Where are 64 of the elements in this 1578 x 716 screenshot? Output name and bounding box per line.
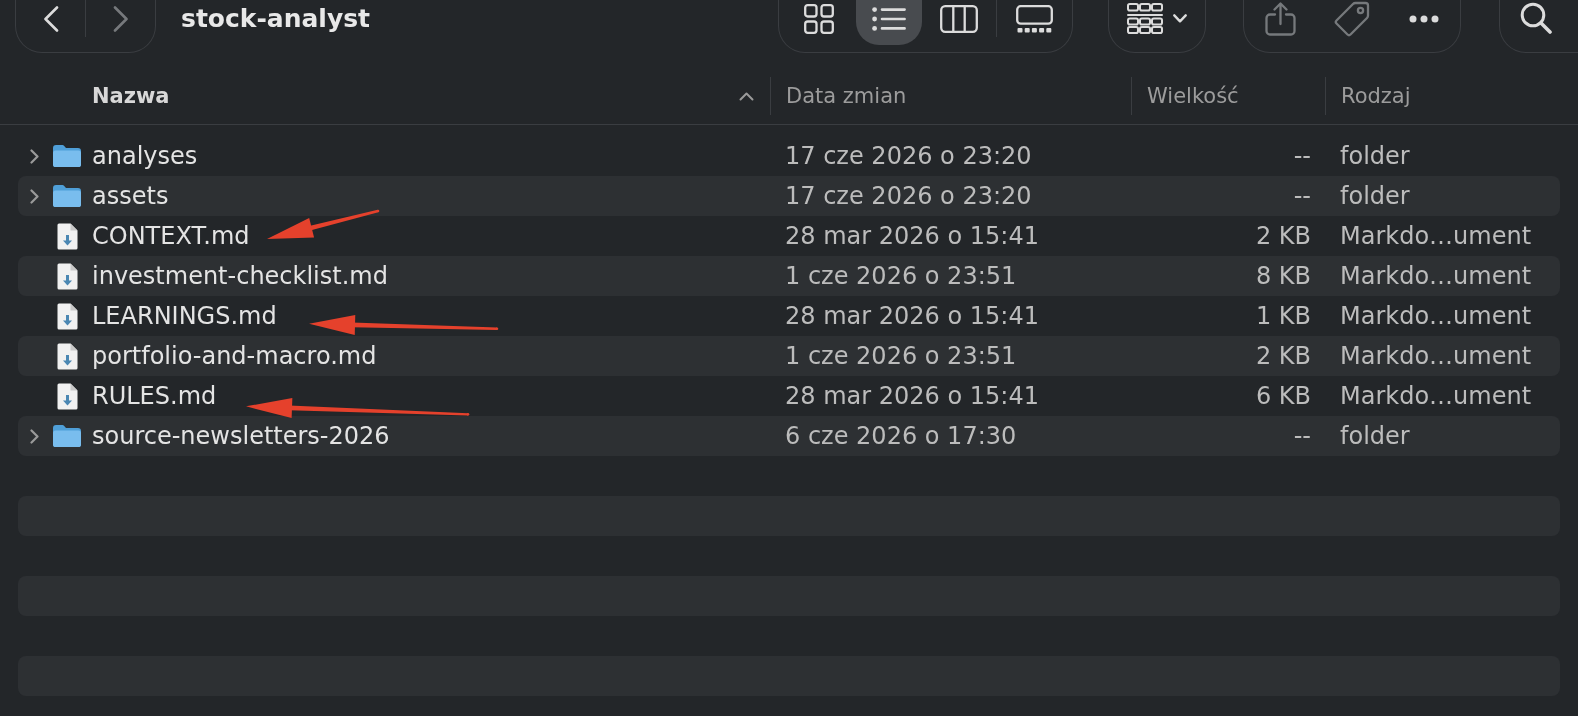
file-size: 6 KB [1255, 382, 1311, 410]
file-row[interactable]: source-newsletters-2026 6 cze 2026 o 17:30 -- folder [18, 416, 1560, 456]
file-kind: folder [1340, 422, 1410, 450]
file-row[interactable]: assets 17 cze 2026 o 23:20 -- folder [18, 176, 1560, 216]
column-header[interactable]: Data zmian [770, 77, 1131, 115]
grid-icon [1127, 2, 1163, 34]
modified-date: 28 mar 2026 o 15:41 [785, 382, 1039, 410]
search-icon [1520, 2, 1552, 34]
gallery-icon [1015, 4, 1053, 33]
modified-date: 17 cze 2026 o 23:20 [785, 182, 1032, 210]
file-kind: Markdo…ument [1340, 382, 1532, 410]
modified-date: 28 mar 2026 o 15:41 [785, 302, 1039, 330]
modified-date: 6 cze 2026 o 17:30 [785, 422, 1017, 450]
column-header[interactable]: Nazwa [18, 77, 770, 115]
document-icon [56, 262, 78, 290]
column-header[interactable]: Wielkość [1131, 77, 1325, 115]
file-name: CONTEXT.md [92, 216, 250, 256]
file-size: 2 KB [1255, 342, 1311, 370]
ellipsis-icon [1409, 14, 1439, 23]
file-kind: Markdo…ument [1340, 342, 1532, 370]
file-size: 1 KB [1255, 302, 1311, 330]
list-view-button[interactable] [856, 0, 922, 45]
file-name: assets [92, 181, 169, 212]
file-size: -- [1293, 142, 1311, 170]
folder-icon [53, 145, 81, 167]
modified-date: 1 cze 2026 o 23:51 [785, 262, 1017, 290]
file-name: LEARNINGS.md [92, 296, 277, 336]
share-icon [1264, 1, 1296, 36]
file-kind: Markdo…ument [1340, 222, 1532, 250]
file-name: RULES.md [92, 376, 217, 416]
file-name: investment-checklist.md [92, 261, 388, 292]
file-name: analyses [92, 141, 198, 172]
chevron-left-icon [42, 5, 59, 32]
columns-icon [940, 4, 978, 33]
column-header[interactable]: Rodzaj [1325, 77, 1560, 115]
file-size: -- [1293, 422, 1311, 450]
file-size: 8 KB [1255, 262, 1311, 290]
file-kind: folder [1340, 142, 1410, 170]
folder-icon [53, 185, 81, 207]
document-icon [56, 222, 78, 250]
modified-date: 1 cze 2026 o 23:51 [785, 342, 1017, 370]
chevron-down-icon [1173, 13, 1187, 23]
file-row[interactable]: portfolio-and-macro.md 1 cze 2026 o 23:51 2 KB Markdo…ument [18, 336, 1560, 376]
modified-date: 17 cze 2026 o 23:20 [785, 142, 1032, 170]
file-size: -- [1293, 182, 1311, 210]
file-kind: Markdo…ument [1340, 262, 1532, 290]
file-name: source-newsletters-2026 [92, 421, 390, 452]
file-size: 2 KB [1255, 222, 1311, 250]
grid-icon [804, 3, 834, 34]
document-icon [56, 302, 78, 330]
file-row[interactable]: investment-checklist.md 1 cze 2026 o 23:51 8 KB Markdo…ument [18, 256, 1560, 296]
chevron-right-icon [112, 5, 129, 32]
group-by-button[interactable] [1108, 0, 1206, 53]
list-icon [872, 6, 906, 31]
document-icon [56, 382, 78, 410]
modified-date: 28 mar 2026 o 15:41 [785, 222, 1039, 250]
file-name: portfolio-and-macro.md [92, 341, 377, 372]
tag-icon [1334, 0, 1370, 37]
window-title: stock-analyst [181, 3, 371, 35]
document-icon [56, 342, 78, 370]
search-button[interactable] [1499, 0, 1578, 53]
file-kind: Markdo…ument [1340, 302, 1532, 330]
file-kind: folder [1340, 182, 1410, 210]
folder-icon [53, 425, 81, 447]
